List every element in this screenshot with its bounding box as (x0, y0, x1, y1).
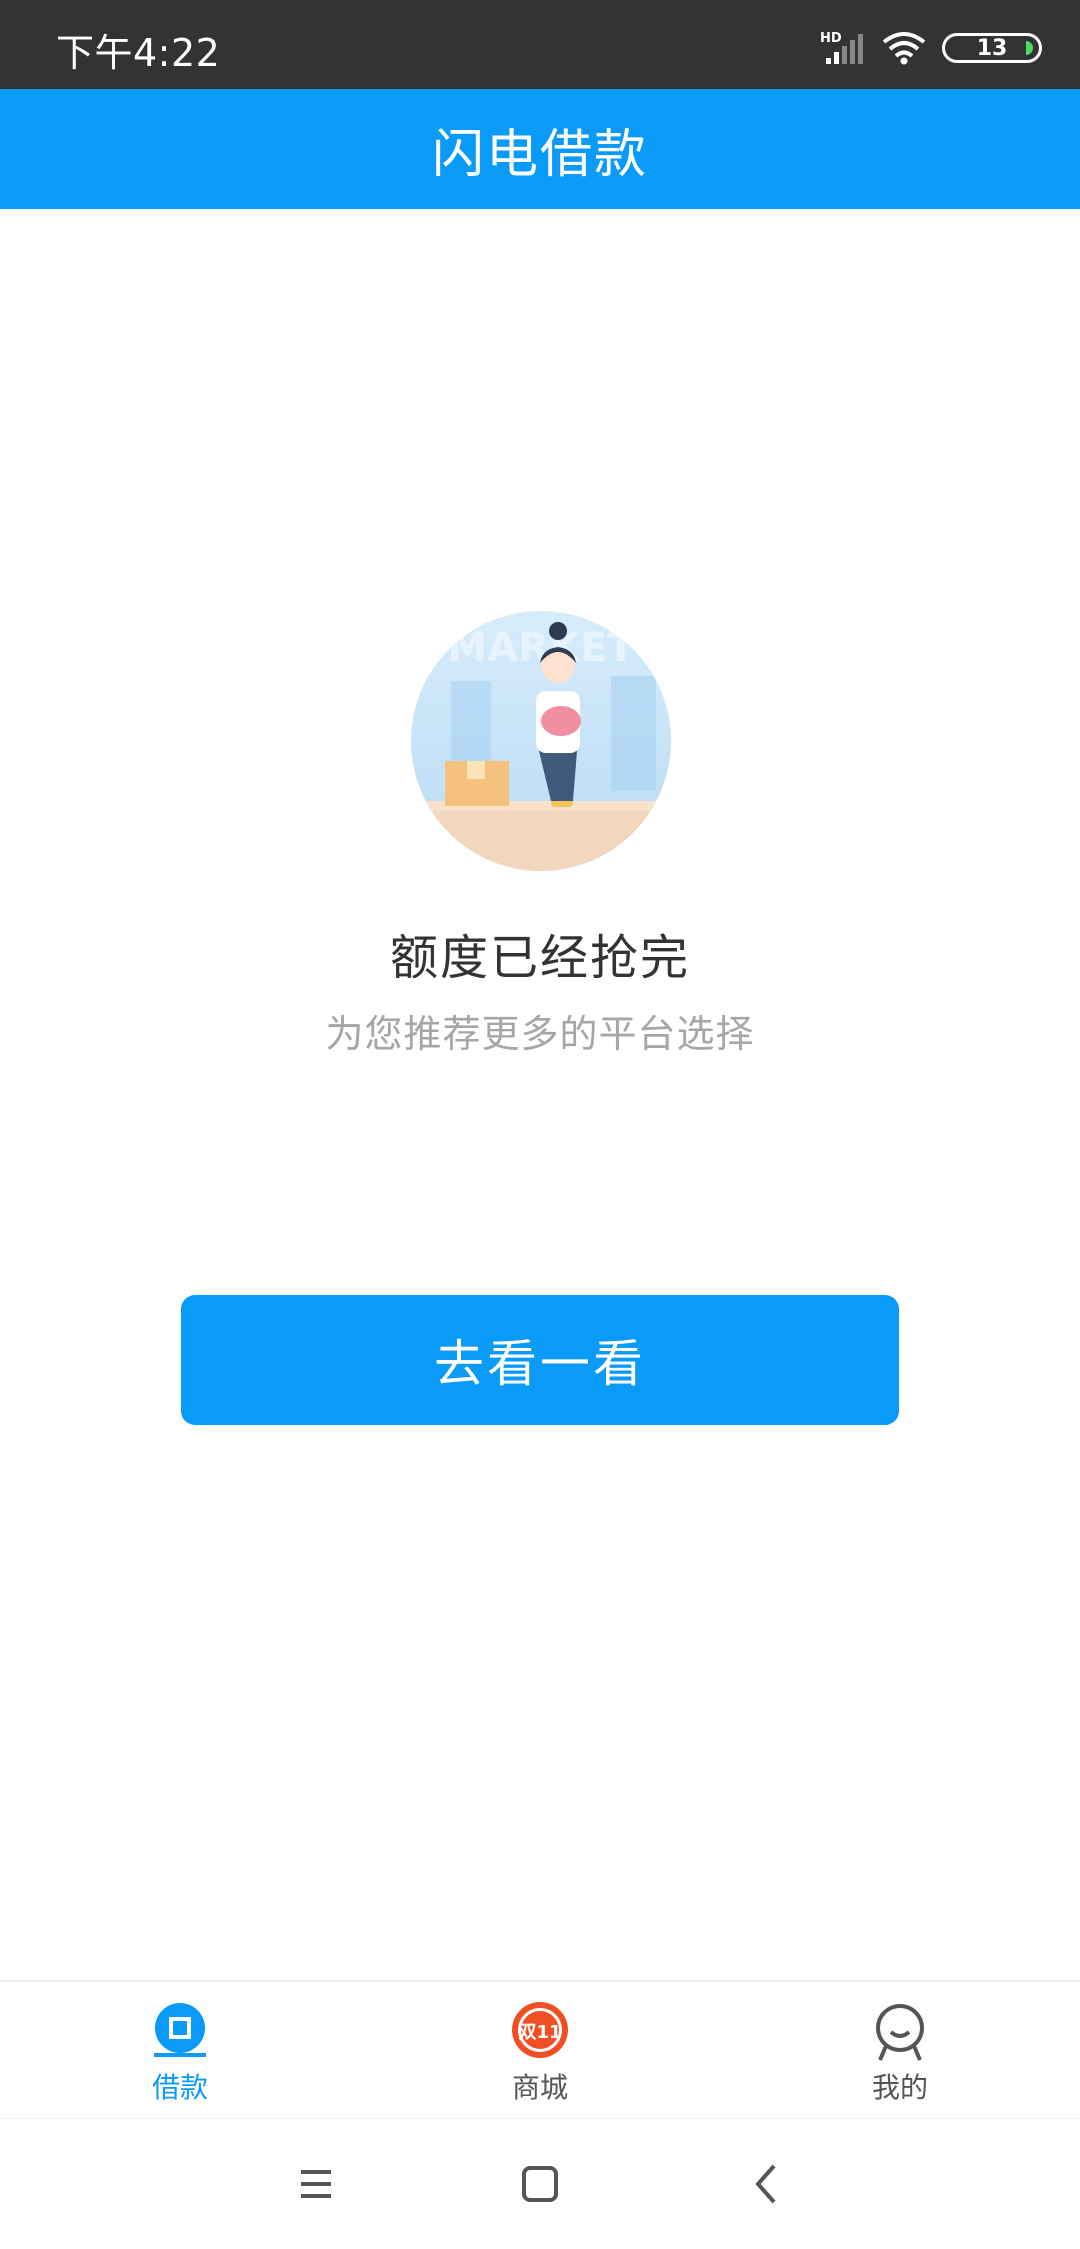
battery-level: 13 (976, 35, 1008, 61)
profile-icon (876, 2004, 924, 2061)
home-icon[interactable] (510, 2154, 570, 2214)
status-time: 下午4:22 (56, 31, 221, 75)
tab-loan[interactable]: 借款 (70, 1982, 290, 2120)
empty-state-title: 额度已经抢完 (389, 930, 690, 986)
wifi-icon (882, 32, 926, 65)
empty-state-subtitle: 为您推荐更多的平台选择 (325, 1012, 755, 1056)
network-badge-label: HD (820, 31, 842, 46)
app-header: 闪电借款 (0, 89, 1080, 209)
system-nav-bar (0, 2118, 1080, 2249)
mall-badge-label: 双11 (518, 2022, 561, 2043)
tab-loan-label: 借款 (151, 2071, 208, 2104)
page-title: 闪电借款 (431, 124, 648, 185)
double-eleven-mall-icon: 双11 (512, 2002, 568, 2058)
browse-button[interactable]: 去看一看 (181, 1295, 899, 1425)
tab-profile-label: 我的 (871, 2071, 928, 2104)
signal-icon: HD (820, 31, 863, 64)
status-bar: 下午4:22 HD 13 (0, 0, 1080, 89)
battery-icon: 13 (942, 33, 1042, 63)
tab-mall-label: 商城 (511, 2071, 568, 2104)
tab-profile[interactable]: 我的 (790, 1982, 1010, 2120)
back-icon[interactable] (738, 2154, 798, 2214)
bottom-tab-bar: 借款 双11 商城 我的 (0, 1980, 1080, 2120)
sold-out-illustration: MARKET (411, 611, 671, 871)
status-icons: HD 13 (820, 28, 1042, 68)
menu-icon[interactable] (286, 2154, 346, 2214)
loan-icon (154, 2003, 206, 2057)
tab-mall[interactable]: 双11 商城 (430, 1982, 650, 2120)
